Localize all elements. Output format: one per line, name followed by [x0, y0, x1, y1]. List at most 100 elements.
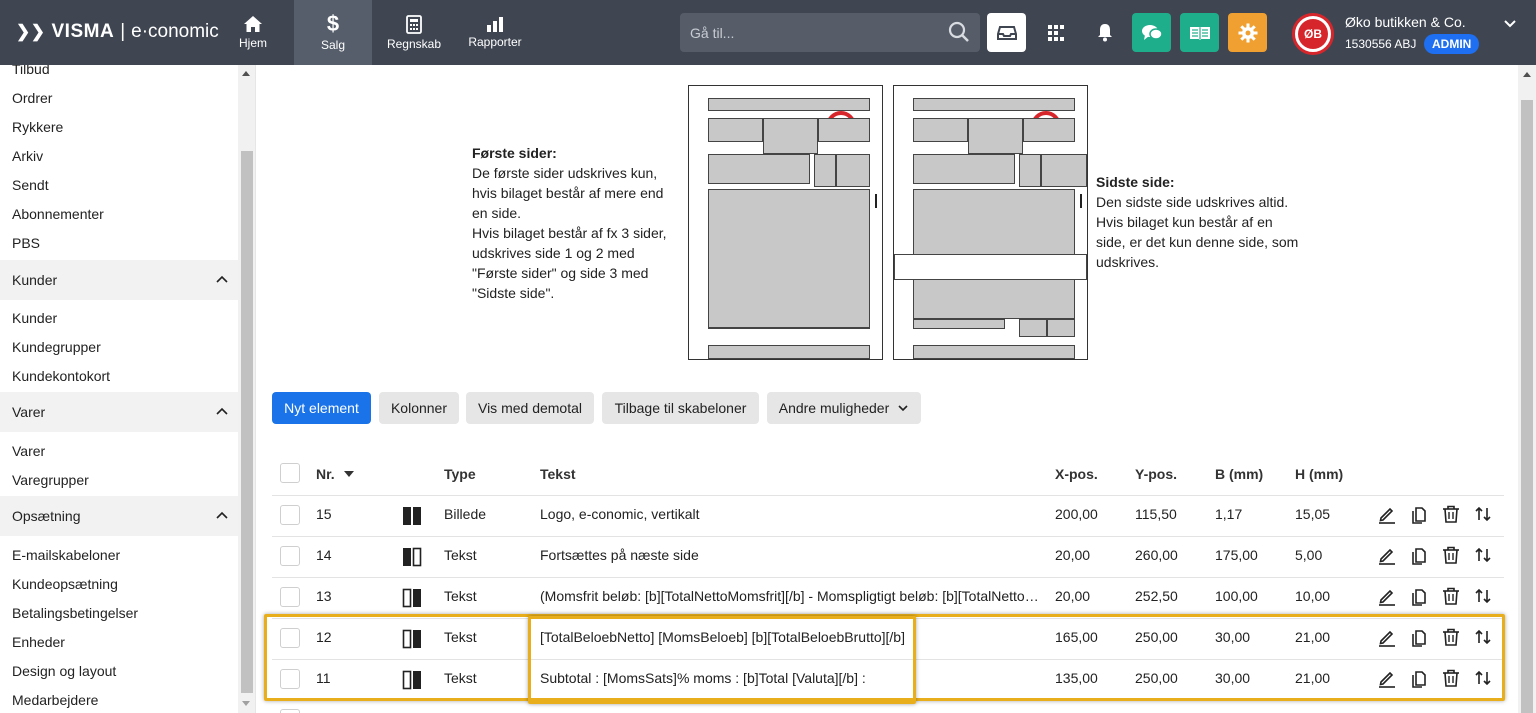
brand-name: VISMA [51, 21, 115, 42]
row-h: 5,00 [1295, 547, 1323, 563]
chat-button[interactable] [1132, 13, 1171, 52]
help-book-button[interactable] [1180, 13, 1219, 52]
sidebar-item-abonnementer[interactable]: Abonnementer [12, 206, 104, 222]
nav-accounting[interactable]: Regnskab [382, 0, 446, 65]
row-y: 115,50 [1135, 506, 1177, 522]
column-header-nr[interactable]: Nr. [316, 466, 355, 482]
column-header-y[interactable]: Y-pos. [1135, 466, 1177, 482]
search-input[interactable]: Gå til... [680, 13, 980, 52]
visma-chevron-icon: ❯❯ [16, 22, 46, 41]
new-element-button[interactable]: Nyt element [272, 392, 371, 424]
brand-logo[interactable]: ❯❯ VISMA | e·conomic [16, 18, 219, 46]
nav-sales[interactable]: $ Salg [294, 0, 372, 65]
notifications-button[interactable] [1085, 13, 1124, 52]
sidebar-item-tilbud[interactable]: Tilbud [12, 65, 50, 77]
apps-grid-icon [1047, 24, 1064, 41]
back-to-templates-button[interactable]: Tilbage til skabeloner [602, 392, 759, 424]
scroll-up-arrow-icon[interactable] [1523, 72, 1531, 77]
edit-icon[interactable] [1377, 586, 1397, 606]
apps-button[interactable] [1036, 13, 1075, 52]
chevron-up-icon [216, 511, 228, 519]
desc-line: udskrives side 1 og 2 med [472, 245, 635, 261]
row-b: 1,17 [1215, 506, 1243, 522]
trash-icon[interactable] [1441, 504, 1461, 524]
sidebar-section-label: Opsætning [12, 508, 81, 524]
sidebar-item-ordrer[interactable]: Ordrer [12, 90, 52, 106]
sidebar-item-pbs[interactable]: PBS [12, 235, 40, 251]
sidebar-item-kundeopsaetning[interactable]: Kundeopsætning [12, 576, 118, 592]
desc-line: Hvis bilaget består af fx 3 sider, [472, 225, 667, 241]
row-text: Logo, e-conomic, vertikalt [540, 506, 700, 522]
sort-down-icon [343, 471, 354, 477]
row-y: 252,50 [1135, 588, 1178, 604]
search-icon[interactable] [948, 21, 970, 43]
nav-reports[interactable]: Rapporter [464, 0, 526, 65]
main-scrollbar-thumb[interactable] [1521, 100, 1533, 713]
company-number: 1530556 ABJ [1345, 37, 1417, 51]
inbox-button[interactable] [987, 13, 1026, 52]
company-name[interactable]: Øko butikken & Co. [1345, 14, 1466, 30]
last-page-preview[interactable] [893, 85, 1088, 360]
sidebar-item-betalingsbetingelser[interactable]: Betalingsbetingelser [12, 605, 138, 621]
column-header-text[interactable]: Tekst [540, 466, 576, 482]
sidebar-item-kundegrupper[interactable]: Kundegrupper [12, 339, 101, 355]
scroll-up-arrow-icon[interactable] [242, 71, 250, 76]
row-checkbox[interactable] [280, 505, 300, 525]
reorder-icon[interactable] [1473, 586, 1493, 606]
desc-line: Hvis bilaget kun består af en [1096, 214, 1273, 230]
trash-icon[interactable] [1441, 586, 1461, 606]
row-checkbox[interactable] [280, 709, 300, 713]
sidebar-section-label: Kunder [12, 272, 58, 288]
nav-home[interactable]: Hjem [228, 0, 278, 65]
sidebar-section-varer[interactable]: Varer [0, 392, 238, 432]
first-pages-title: Første sider: [472, 145, 557, 161]
scroll-down-arrow-icon[interactable] [242, 701, 250, 706]
sidebar-section-kunder[interactable]: Kunder [0, 260, 238, 300]
home-icon [244, 16, 262, 32]
select-all-checkbox[interactable] [280, 463, 300, 483]
sidebar-item-varegrupper[interactable]: Varegrupper [12, 472, 89, 488]
settings-button[interactable] [1228, 13, 1267, 52]
role-badge: ADMIN [1424, 34, 1480, 54]
row-checkbox[interactable] [280, 546, 300, 566]
row-type: Tekst [444, 588, 477, 604]
sidebar-item-enheder[interactable]: Enheder [12, 634, 65, 650]
column-header-h[interactable]: H (mm) [1295, 466, 1343, 482]
first-page-icon [403, 547, 422, 567]
sidebar-item-emailskabeloner[interactable]: E-mailskabeloner [12, 547, 120, 563]
column-header-x[interactable]: X-pos. [1055, 466, 1098, 482]
sidebar-item-kundekontokort[interactable]: Kundekontokort [12, 368, 110, 384]
trash-icon[interactable] [1441, 545, 1461, 565]
first-page-preview[interactable] [688, 85, 883, 360]
reorder-icon[interactable] [1473, 545, 1493, 565]
sidebar-item-sendt[interactable]: Sendt [12, 177, 49, 193]
copy-icon[interactable] [1409, 586, 1429, 606]
company-avatar[interactable]: ØB [1292, 13, 1334, 55]
sidebar-section-opsaetning[interactable]: Opsætning [0, 496, 238, 536]
column-header-type[interactable]: Type [444, 466, 476, 482]
sidebar-item-kunder[interactable]: Kunder [12, 310, 57, 326]
row-x: 20,00 [1055, 588, 1091, 604]
reorder-icon[interactable] [1473, 504, 1493, 524]
edit-icon[interactable] [1377, 504, 1397, 524]
columns-button[interactable]: Kolonner [379, 392, 459, 424]
divider [272, 495, 1504, 496]
show-demo-button[interactable]: Vis med demotal [466, 392, 594, 424]
copy-icon[interactable] [1409, 545, 1429, 565]
sidebar-item-varer[interactable]: Varer [12, 443, 45, 459]
sidebar-scrollbar-thumb[interactable] [241, 151, 253, 693]
sidebar-item-arkiv[interactable]: Arkiv [12, 148, 43, 164]
desc-line: en side. [472, 205, 522, 221]
sidebar-item-rykkere[interactable]: Rykkere [12, 119, 63, 135]
desc-line: hvis bilaget består af mere end [472, 185, 664, 201]
chevron-down-icon[interactable] [1502, 16, 1518, 32]
sidebar-item-medarbejdere[interactable]: Medarbejdere [12, 692, 98, 708]
copy-icon[interactable] [1409, 504, 1429, 524]
sidebar-item-design-og-layout[interactable]: Design og layout [12, 663, 116, 679]
more-options-button[interactable]: Andre muligheder [767, 392, 921, 424]
last-page-icon [402, 588, 421, 608]
row-checkbox[interactable] [280, 587, 300, 607]
column-header-b[interactable]: B (mm) [1215, 466, 1263, 482]
edit-icon[interactable] [1377, 545, 1397, 565]
nav-reports-label: Rapporter [468, 35, 522, 49]
